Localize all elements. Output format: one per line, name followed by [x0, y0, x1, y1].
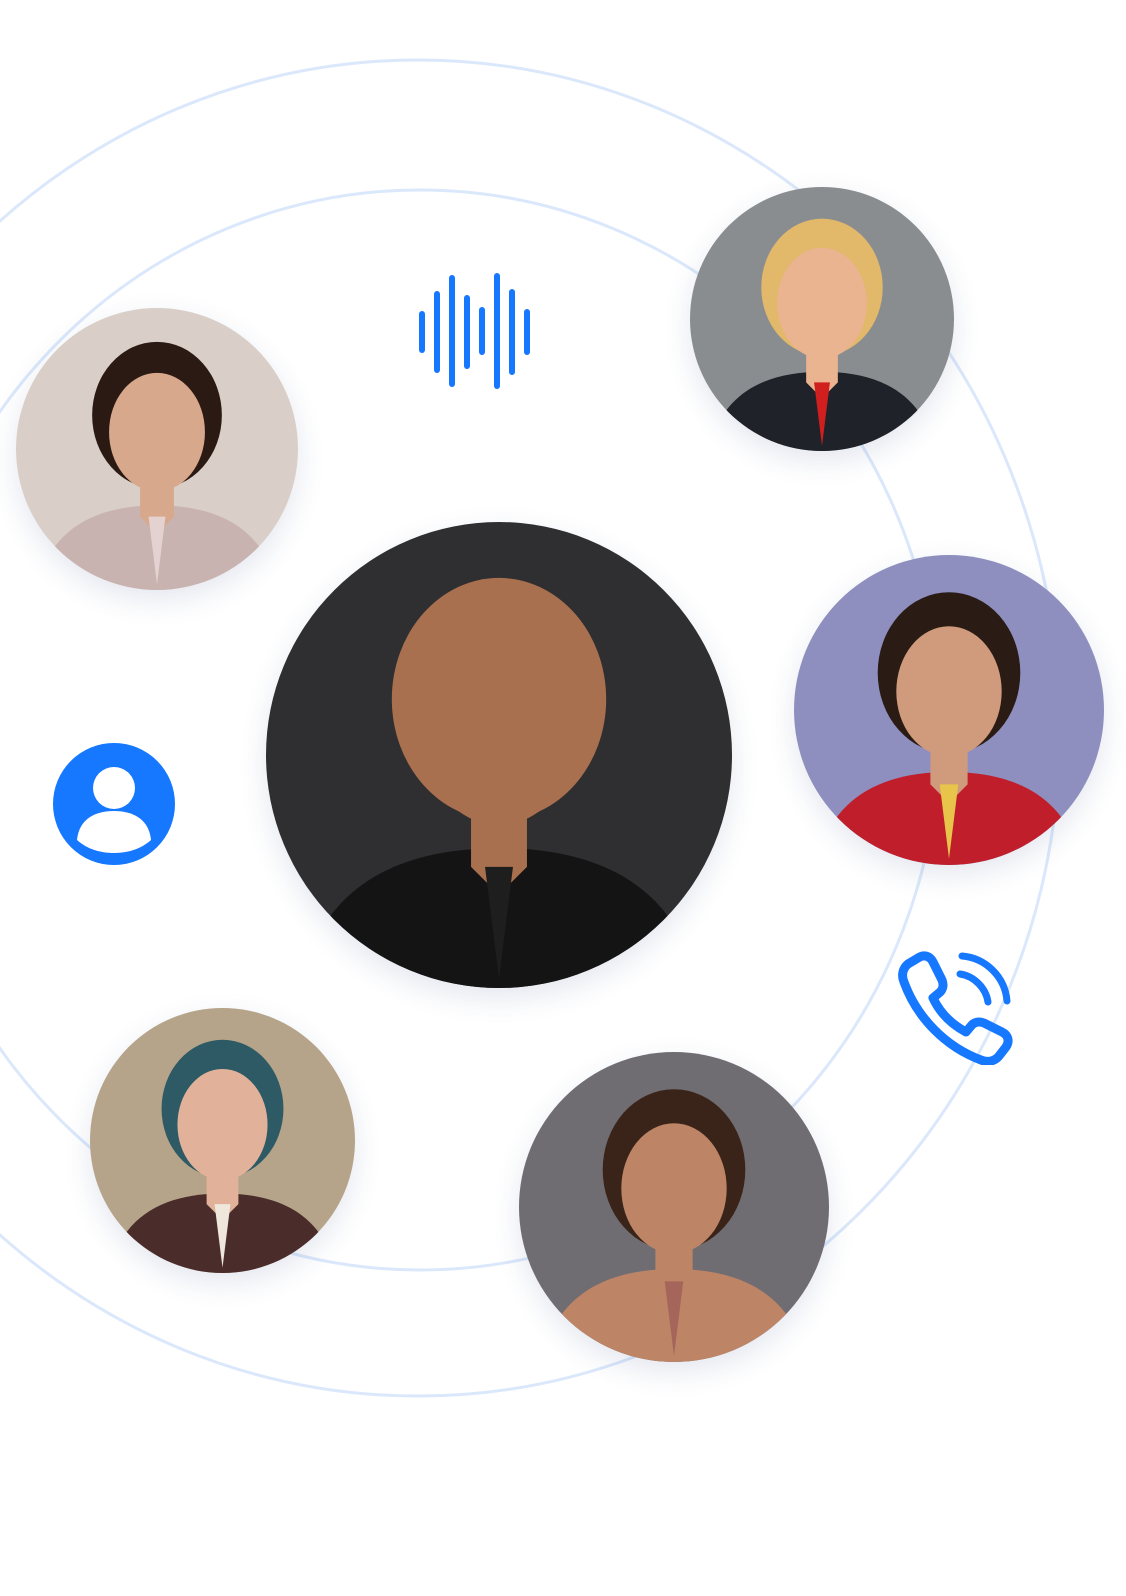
- avatar-upper-left[interactable]: [16, 308, 298, 590]
- avatar-face: [621, 1123, 727, 1254]
- avatar-face: [896, 626, 1002, 757]
- avatar-lower-center[interactable]: [519, 1052, 829, 1362]
- avatar-face: [419, 629, 579, 825]
- avatar-image: [794, 555, 1104, 865]
- avatar-top-right[interactable]: [690, 187, 954, 451]
- avatar-image: [519, 1052, 829, 1362]
- waveform-icon: [414, 272, 538, 390]
- avatar-image: [90, 1008, 355, 1273]
- avatar-face: [109, 372, 205, 492]
- avatar-image: [16, 308, 298, 590]
- avatar-face: [777, 247, 867, 359]
- avatar-image: [690, 187, 954, 451]
- avatar-lower-left[interactable]: [90, 1008, 355, 1273]
- avatar-image: [266, 522, 732, 988]
- user-icon: [53, 743, 175, 865]
- avatar-face: [177, 1068, 268, 1181]
- avatar-center[interactable]: [266, 522, 732, 988]
- phone-ringing-icon: [898, 950, 1013, 1065]
- avatar-right[interactable]: [794, 555, 1104, 865]
